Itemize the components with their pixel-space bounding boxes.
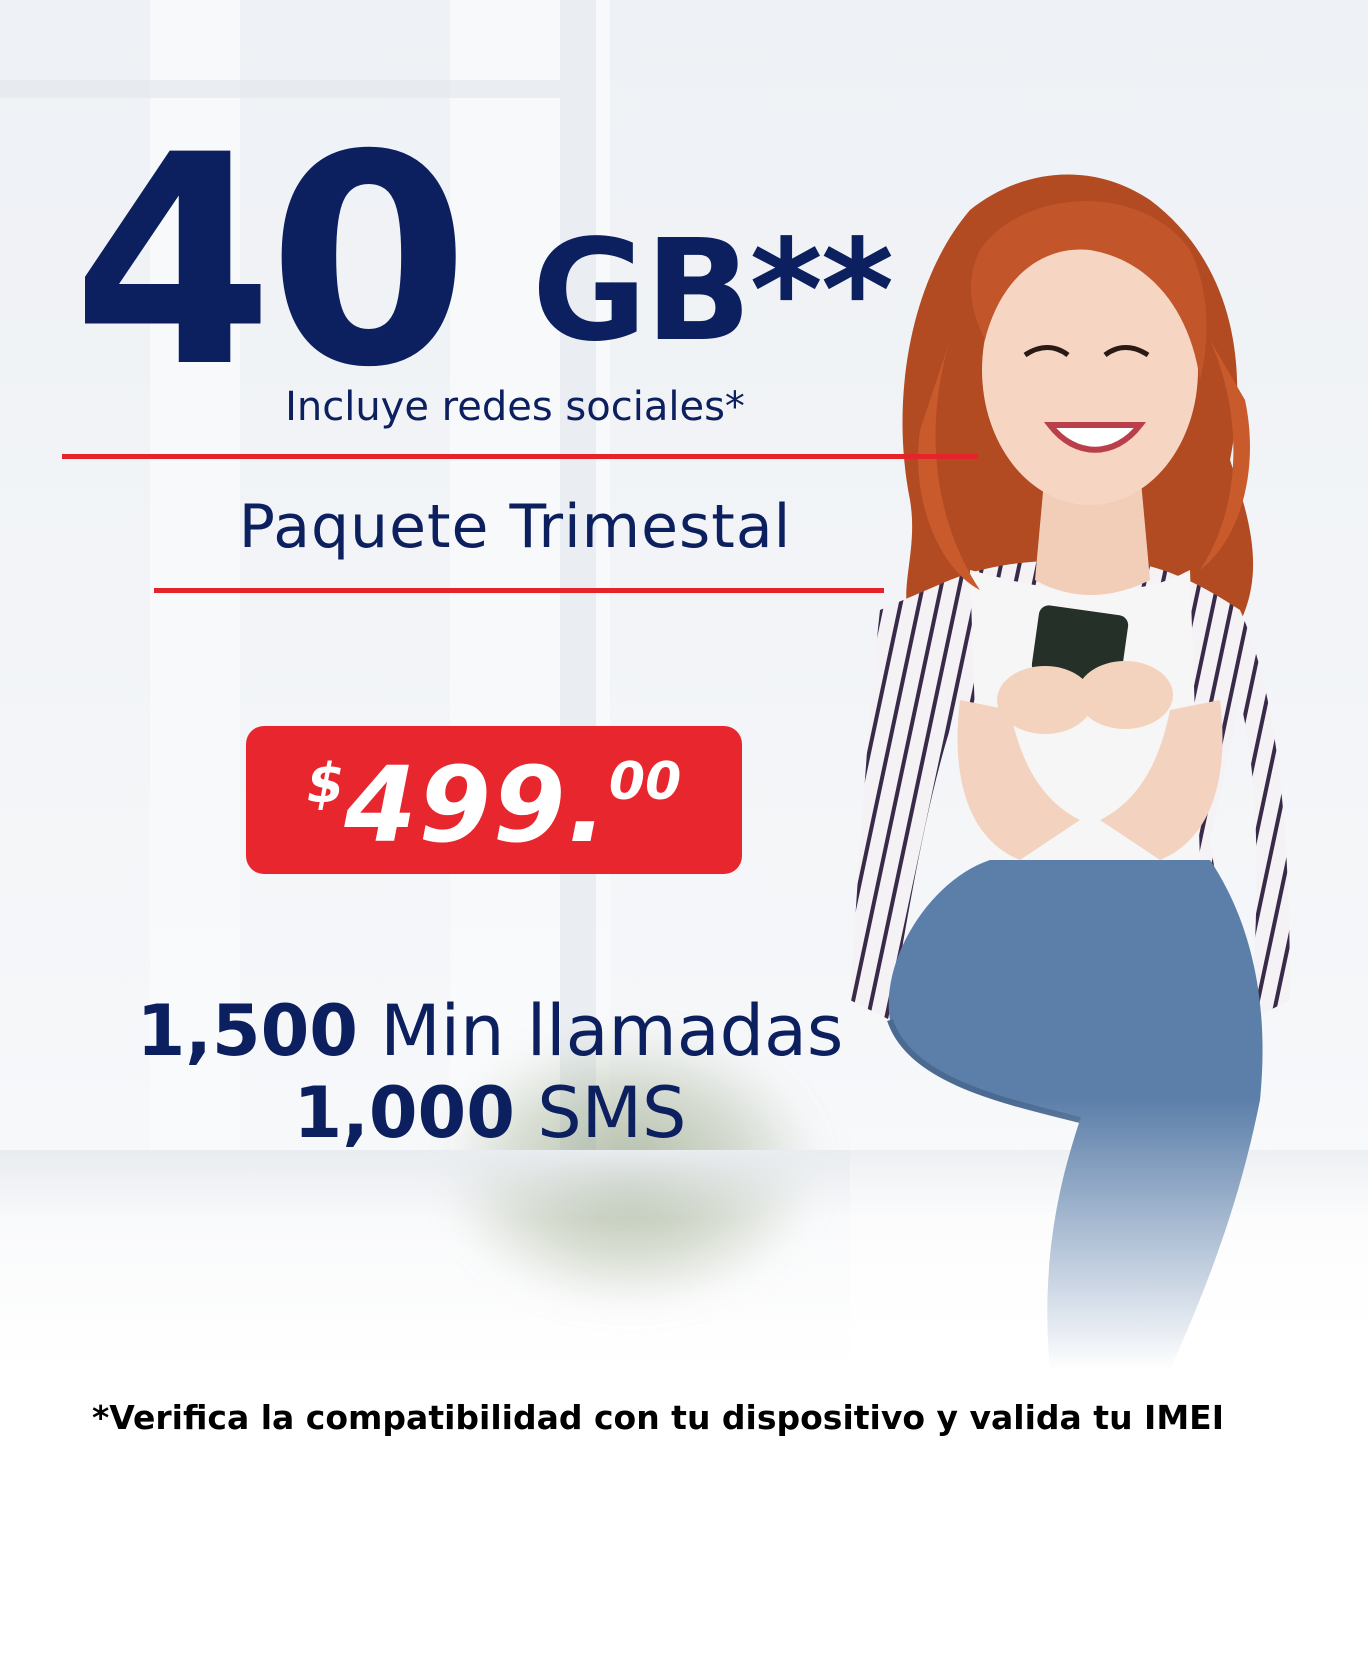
feature-minutes-value: 1,500 [136, 990, 358, 1072]
feature-sms-value: 1,000 [293, 1072, 515, 1154]
data-amount: 40 [72, 94, 470, 431]
window-mullion [560, 0, 596, 1150]
features-list: 1,500 Min llamadas 1,000 SMS [0, 990, 980, 1154]
price-currency: $ [306, 752, 345, 815]
footnote: *Verifica la compatibilidad con tu dispo… [92, 1398, 1224, 1437]
divider-bottom [154, 588, 884, 593]
feature-minutes: 1,500 Min llamadas [0, 990, 980, 1072]
promo-banner: 40 GB** Incluye redes sociales* Paquete … [0, 0, 1368, 1668]
price-badge: $499.00 [246, 726, 742, 874]
price: $499.00 [246, 744, 742, 866]
woman-with-smartphone-photo [850, 140, 1368, 1370]
data-unit: GB** [532, 210, 894, 373]
package-name: Paquete Trimestal [238, 492, 792, 562]
divider-top [62, 454, 978, 459]
price-amount: 499. [344, 744, 609, 866]
feature-minutes-label: Min llamadas [380, 990, 844, 1072]
price-cents: 00 [608, 752, 682, 812]
headline-subtitle: Incluye redes sociales* [285, 384, 745, 430]
feature-sms-label: SMS [537, 1072, 687, 1154]
feature-sms: 1,000 SMS [0, 1072, 980, 1154]
